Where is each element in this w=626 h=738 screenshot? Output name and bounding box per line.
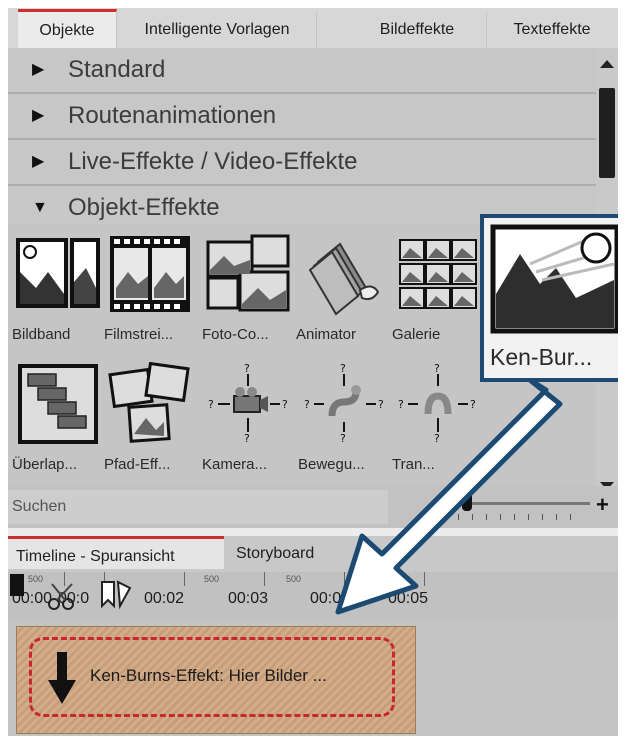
ken-burns-icon [490, 224, 618, 334]
ken-burns-effect-tile[interactable]: Ken-Bur... [480, 214, 618, 382]
effect-label: Ken-Bur... [490, 344, 593, 370]
app-window: Objekte Intelligente Vorlagen Bildeffekt… [8, 8, 618, 736]
